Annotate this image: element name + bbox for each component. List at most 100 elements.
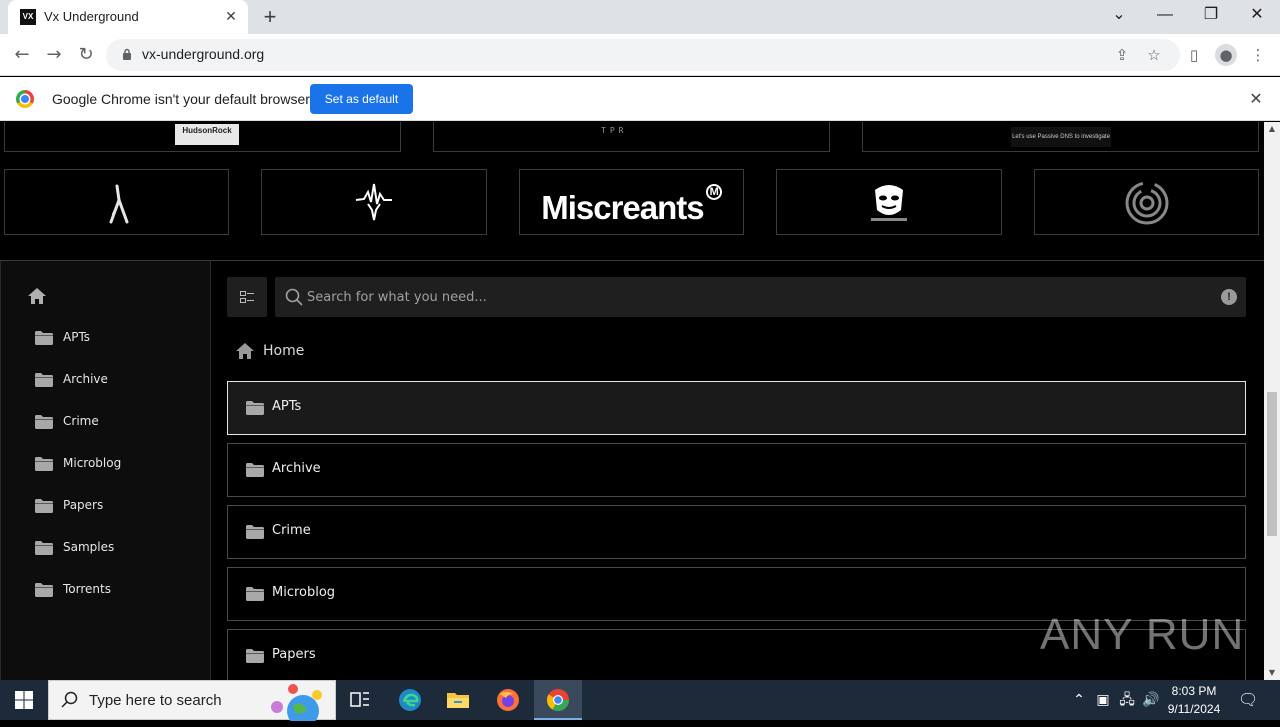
edge-icon	[399, 689, 421, 711]
sponsor-tpr[interactable]: TPR	[433, 122, 830, 152]
minimize-button[interactable]: —	[1142, 0, 1188, 32]
sidebar-item-label: Archive	[63, 372, 108, 386]
sidebar: APTs Archive Crime Microblog Papers Samp…	[0, 261, 211, 680]
browser-toolbar: ← → ↻ vx-underground.org ⇪ ☆ ▯ ● ⋮	[0, 34, 1280, 76]
page-scrollbar[interactable]: ▲ ▼	[1264, 122, 1280, 680]
folder-icon	[35, 583, 53, 597]
folder-icon	[35, 499, 53, 513]
windows-taskbar: Type here to search ⌃ ▣ 🖧 🔊 8:03 PM 9/11…	[0, 680, 1280, 721]
folder-icon	[246, 649, 264, 663]
search-icon	[285, 288, 303, 306]
sidebar-item-label: Microblog	[63, 456, 122, 470]
sponsor-passive-dns[interactable]: Let's use Passive DNS to investigate	[862, 122, 1259, 152]
sponsor-circles[interactable]	[1034, 169, 1259, 235]
scroll-down-arrow-icon[interactable]: ▼	[1264, 666, 1280, 680]
home-icon[interactable]	[27, 287, 47, 305]
folder-icon	[246, 525, 264, 539]
chrome-logo-icon	[16, 90, 34, 108]
scroll-up-arrow-icon[interactable]: ▲	[1264, 122, 1280, 136]
url-text: vx-underground.org	[142, 46, 265, 62]
network-icon[interactable]: 🖧	[1118, 691, 1136, 709]
hudsonrock-logo: HudsonRock	[175, 124, 239, 145]
volume-icon[interactable]: 🔊	[1142, 691, 1160, 709]
sponsor-hacker-mask[interactable]	[776, 169, 1002, 235]
tray-device-icon[interactable]: ▣	[1094, 691, 1112, 709]
search-input[interactable]	[307, 277, 1207, 317]
sidebar-item-archive[interactable]: Archive	[35, 369, 195, 393]
bookmark-star-icon[interactable]: ☆	[1144, 45, 1164, 65]
list-item-label: Crime	[272, 523, 311, 538]
list-item-label: Archive	[272, 461, 321, 476]
folder-icon	[35, 541, 53, 555]
share-icon[interactable]: ⇪	[1112, 45, 1132, 65]
breadcrumb-label[interactable]: Home	[263, 343, 304, 359]
sponsor-waveform[interactable]	[261, 169, 487, 235]
forward-button[interactable]: →	[41, 42, 67, 68]
chrome-taskbar-button[interactable]	[534, 680, 582, 720]
sponsor-walker[interactable]	[4, 169, 229, 235]
info-icon[interactable]: !	[1221, 289, 1237, 305]
scroll-thumb[interactable]	[1267, 392, 1277, 536]
sidebar-item-microblog[interactable]: Microblog	[35, 453, 195, 477]
set-as-default-button[interactable]: Set as default	[310, 84, 413, 114]
file-explorer-taskbar-button[interactable]	[434, 680, 482, 720]
sidebar-item-apts[interactable]: APTs	[35, 327, 195, 351]
tab-title: Vx Underground	[44, 9, 139, 24]
list-item-apts[interactable]: APTs	[227, 381, 1246, 435]
file-explorer-icon	[447, 693, 469, 708]
taskbar-search-placeholder: Type here to search	[89, 692, 222, 709]
sponsor-miscreants[interactable]: Miscreants M	[519, 169, 744, 235]
sidebar-item-crime[interactable]: Crime	[35, 411, 195, 435]
tab-close-icon[interactable]: ✕	[222, 8, 240, 26]
walker-logo-icon	[109, 184, 129, 224]
breadcrumb-home-icon[interactable]	[235, 342, 255, 360]
close-window-button[interactable]: ✕	[1234, 0, 1280, 32]
start-button[interactable]	[0, 680, 48, 720]
folder-icon	[246, 587, 264, 601]
filter-icon	[240, 291, 254, 303]
task-view-icon	[350, 692, 369, 707]
taskbar-search-box[interactable]: Type here to search	[48, 680, 336, 721]
sidebar-item-label: APTs	[63, 330, 91, 344]
firefox-taskbar-button[interactable]	[484, 680, 532, 720]
menu-kebab-icon[interactable]: ⋮	[1247, 44, 1269, 66]
restore-button[interactable]: ❐	[1188, 0, 1234, 32]
filter-toggle-button[interactable]	[227, 277, 267, 317]
infobar-message: Google Chrome isn't your default browser	[52, 91, 310, 107]
sidebar-item-samples[interactable]: Samples	[35, 537, 195, 561]
edge-taskbar-button[interactable]	[386, 680, 434, 720]
sidebar-item-torrents[interactable]: Torrents	[35, 579, 195, 603]
infobar-close-icon[interactable]: ✕	[1246, 89, 1266, 109]
reload-button[interactable]: ↻	[73, 42, 99, 68]
tab-search-chevron-icon[interactable]: ⌄	[1096, 0, 1142, 32]
folder-icon	[35, 457, 53, 471]
profile-avatar-icon[interactable]: ●	[1215, 44, 1237, 66]
tab-strip: VX Vx Underground ✕ + ⌄ — ❐ ✕	[0, 0, 1280, 34]
taskbar-search-icon	[61, 691, 78, 708]
firefox-icon	[497, 689, 519, 711]
hacker-mask-logo-icon	[871, 185, 907, 221]
miscreants-logo-text: Miscreants	[541, 189, 704, 226]
new-tab-button[interactable]: +	[258, 5, 282, 29]
tray-overflow-chevron-icon[interactable]: ⌃	[1070, 691, 1088, 709]
clock-date[interactable]: 9/11/2024	[1162, 702, 1226, 716]
default-browser-infobar: Google Chrome isn't your default browser…	[0, 77, 1280, 121]
browser-tab[interactable]: VX Vx Underground ✕	[8, 0, 248, 34]
sponsor-hudsonrock[interactable]: HudsonRock	[4, 122, 401, 152]
miscreants-logo: Miscreants M	[520, 170, 743, 234]
task-view-button[interactable]	[336, 680, 384, 720]
folder-icon	[35, 331, 53, 345]
list-item-archive[interactable]: Archive	[227, 443, 1246, 497]
sidebar-item-label: Samples	[63, 540, 115, 554]
tpr-logo: TPR	[601, 126, 628, 135]
sidebar-item-papers[interactable]: Papers	[35, 495, 195, 519]
list-item-crime[interactable]: Crime	[227, 505, 1246, 559]
list-item-label: Papers	[272, 647, 316, 662]
miscreants-badge: M	[705, 184, 722, 200]
clock-time[interactable]: 8:03 PM	[1162, 684, 1226, 698]
address-bar[interactable]: vx-underground.org ⇪ ☆	[106, 39, 1180, 71]
folder-icon	[246, 463, 264, 477]
back-button[interactable]: ←	[9, 42, 35, 68]
side-panel-icon[interactable]: ▯	[1183, 44, 1205, 66]
notifications-icon[interactable]: 🗨	[1238, 691, 1258, 709]
